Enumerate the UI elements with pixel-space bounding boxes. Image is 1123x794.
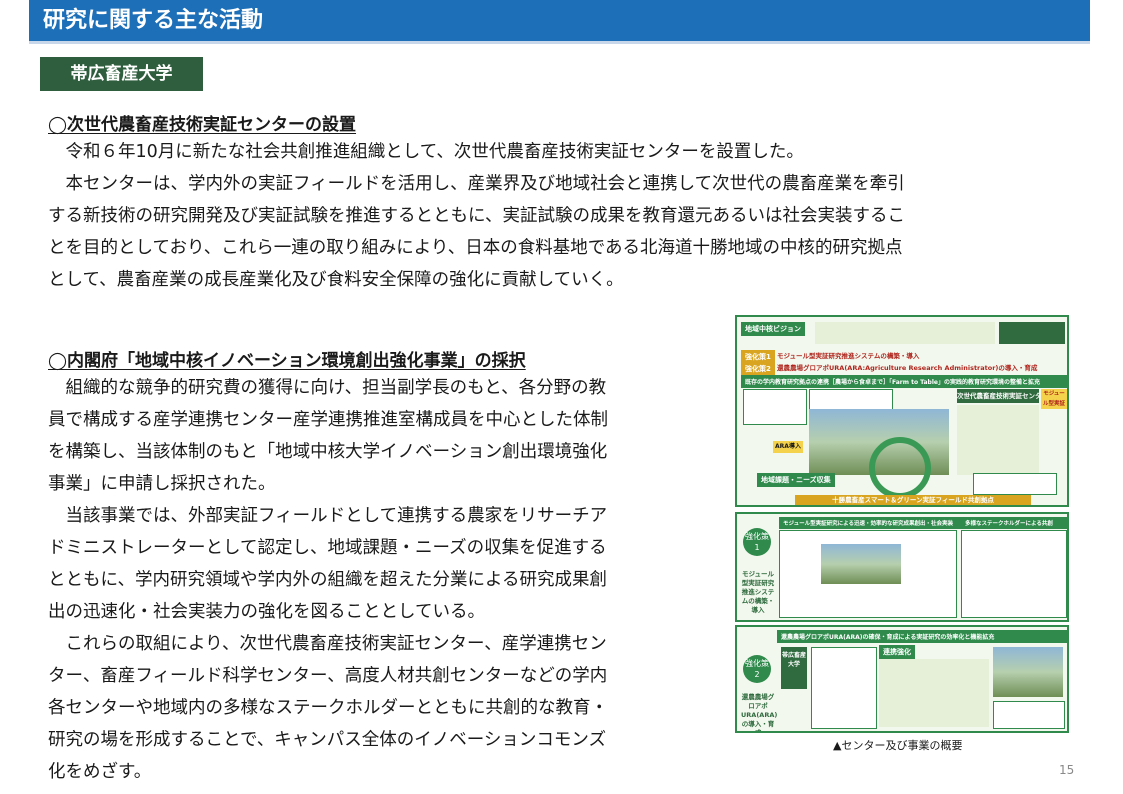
section2-line: 出の迅速化・社会実装力の強化を図ることとしている。: [48, 602, 485, 622]
figure-caption: ▲センター及び事業の概要: [833, 739, 963, 752]
figure-panel-strategy2: 強化策 2 還農農場グロアポURA(ARA)の導入・育成 還農農場グロアポURA…: [735, 625, 1069, 733]
section2-line: 研究の場を形成することで、キャンパス全体のイノベーションコモンズ: [48, 730, 607, 750]
talent-center-box: [973, 473, 1057, 495]
strategy2-photo: [993, 647, 1063, 697]
section2-line: 当該事業では、外部実証フィールドとして連携する農家をリサーチア: [65, 506, 608, 526]
ura-line: 還農農場グロアポURA(ARA:Agriculture Research Adm…: [777, 364, 1038, 372]
strategy1-photo: [821, 544, 901, 584]
university-label: 帯広畜産大学: [781, 647, 807, 689]
vision-text-block: [815, 322, 995, 344]
next-gen-center-title: 次世代農畜産技術実証センター: [957, 389, 1039, 403]
section1-line: として、農畜産業の成長産業化及び食料安全保障の強化に貢献していく。: [48, 270, 624, 290]
section2-body: 組織的な競争的研究費の獲得に向け、担当副学長のもと、各分野の教 員で構成する産学…: [48, 372, 728, 788]
strategy2-number: 強化策 2: [743, 655, 771, 683]
strategy2-right-box: [993, 701, 1065, 729]
collab-label: 連携強化: [879, 645, 915, 659]
section1-line: 令和６年10月に新たな社会共創推進組織として、次世代農畜産技術実証センターを設置…: [65, 142, 804, 162]
ara-tag: ARA導入: [773, 441, 803, 453]
strategy2-side-label: 還農農場グロアポURA(ARA)の導入・育成: [741, 693, 778, 733]
strategy2-flow-block: [879, 659, 989, 727]
section1-body: 令和６年10月に新たな社会共創推進組織として、次世代農畜産技術実証センターを設置…: [48, 136, 1098, 296]
strategy1-right-header: 多様なステークホルダーによる共創: [961, 517, 1067, 529]
cycle-arrow-icon: [869, 437, 931, 499]
section2-line: 各センターや地域内の多様なステークホルダーとともに共創的な教育・: [48, 698, 608, 718]
figure-panel-strategy1: 強化策 1 モジュール型実証研究推進システムの構築・導入 モジュール型実証研究に…: [735, 512, 1069, 622]
section2-line: 事業」に申請し採択された。: [48, 474, 276, 494]
section2-line: これらの取組により、次世代農畜産技術実証センター、産学連携セン: [65, 634, 607, 654]
section2-line: ドミニストレーターとして認定し、地域課題・ニーズの収集を促進する: [48, 538, 607, 558]
section1-line: とを目的としており、これら一連の取り組みにより、日本の食料基地である北海道十勝地…: [48, 238, 903, 258]
strengthen2-tag: 強化策2: [741, 362, 775, 376]
strategy1-number: 強化策 1: [743, 528, 771, 556]
vision-goal-block: [999, 322, 1065, 344]
field-base-line: 十勝農畜産スマート＆グリーン実証フィールド共創拠点: [795, 495, 1031, 505]
base-line: 既存の学内教育研究拠点の連携［農場から食卓まで］「Farm to Table」の…: [741, 375, 1067, 388]
module-system-line: モジュール型実証研究推進システムの構築・導入: [777, 352, 920, 360]
section2-line: 員で構成する産学連携センター産学連携推進室構成員を中心とした体制: [48, 410, 608, 430]
page-title: 研究に関する主な活動: [43, 8, 264, 33]
center-box-left: [743, 389, 807, 425]
section2-line: ター、畜産フィールド科学センター、高度人材共創センターなどの学内: [48, 666, 608, 686]
section1-line: する新技術の研究開発及び実証試験を推進するとともに、実証試験の成果を教育還元ある…: [48, 206, 905, 226]
section2-heading: ◯内閣府「地域中核イノベーション環境創出強化事業」の採択: [48, 351, 526, 371]
title-underline: [29, 41, 1090, 44]
stakeholder-box: [961, 530, 1067, 618]
section2-line: 組織的な競争的研究費の獲得に向け、担当副学長のもと、各分野の教: [65, 378, 607, 398]
module-badge: モジュール型実証研究導入: [1041, 389, 1067, 409]
section2-line: を構築し、当該体制のもと「地域中核大学イノベーション創出環境強化: [48, 442, 608, 462]
figure-panel-overview: 地域中核ビジョン 強化策1 モジュール型実証研究推進システムの構築・導入 強化策…: [735, 315, 1069, 507]
vision-tag: 地域中核ビジョン: [741, 322, 805, 336]
strategy2-left-box: [811, 647, 877, 729]
strategy1-header: モジュール型実証研究による迅速・効率的な研究成果創出・社会実装: [779, 517, 963, 529]
section1-heading: ◯次世代農畜産技術実証センターの設置: [48, 115, 357, 135]
overview-figure: 地域中核ビジョン 強化策1 モジュール型実証研究推進システムの構築・導入 強化策…: [735, 315, 1069, 733]
section2-line: 化をめざす。: [48, 762, 152, 782]
needs-tag: 地域課題・ニーズ収集: [757, 473, 835, 487]
strategy2-header: 還農農場グロアポURA(ARA)の確保・育成による実証研究の効率化と機能拡充: [777, 630, 1067, 643]
strategy1-side-label: モジュール型実証研究推進システムの構築・導入: [741, 570, 775, 614]
page-number: 15: [1059, 763, 1075, 777]
university-badge: 帯広畜産大学: [40, 57, 203, 91]
section2-line: とともに、学内研究領域や学内外の組織を超えた分業による研究成果創: [48, 570, 607, 590]
page-title-bar: 研究に関する主な活動: [29, 0, 1090, 41]
center-detail-block: [957, 405, 1039, 475]
section1-line: 本センターは、学内外の実証フィールドを活用し、産業界及び地域社会と連携して次世代…: [65, 174, 905, 194]
